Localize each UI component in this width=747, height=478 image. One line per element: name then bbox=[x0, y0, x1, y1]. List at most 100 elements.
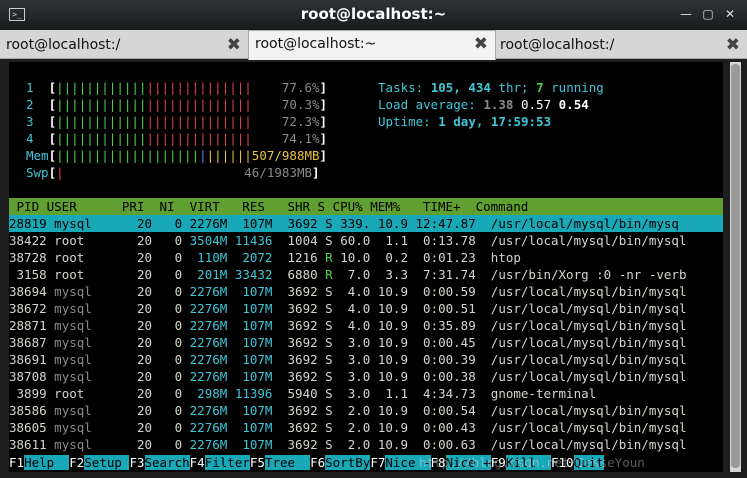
state: S bbox=[325, 284, 333, 299]
watermark: http://blog.csdn.net/JesseYoun bbox=[419, 455, 645, 470]
cpu-meter: 1 [|||||||||||||||||||||||||| 77.6%] bbox=[26, 79, 327, 96]
priority: 20 bbox=[129, 301, 153, 316]
process-row[interactable]: 3158 root 20 0 201M 33432 6880 R 7.0 3.3… bbox=[9, 266, 687, 283]
cpu-time: 4:34.73 bbox=[415, 386, 476, 401]
nice: 0 bbox=[159, 216, 183, 231]
function-key-label[interactable]: Tree bbox=[264, 455, 311, 470]
meter-bracket: [ bbox=[48, 165, 57, 180]
process-row[interactable]: 38422 root 20 0 3504M 11436 1004 S 60.0 … bbox=[9, 232, 686, 249]
command: htop bbox=[490, 250, 521, 265]
command: /usr/local/mysql/bin/mysql bbox=[490, 352, 687, 367]
tab-label: root@localhost:~ bbox=[255, 36, 377, 52]
column-headers: PID USER PRI NI VIRT RES SHR S CPU% MEM%… bbox=[9, 199, 529, 214]
virt: 2276M bbox=[189, 301, 228, 316]
tab-close-icon[interactable]: ✖ bbox=[726, 35, 740, 55]
virt: 2276M bbox=[189, 284, 228, 299]
tab-bar: root@localhost:/ ✖ root@localhost:~ ✖ ro… bbox=[0, 30, 747, 60]
user: mysql bbox=[54, 369, 122, 384]
shr: 3692 bbox=[280, 403, 318, 418]
res: 107M bbox=[234, 369, 273, 384]
threads-label: thr; bbox=[498, 80, 537, 95]
process-row[interactable]: 38605 mysql 20 0 2276M 107M 3692 S 2.0 1… bbox=[9, 419, 686, 436]
function-key-label[interactable]: Search bbox=[144, 455, 190, 470]
process-row[interactable]: 28871 mysql 20 0 2276M 107M 3692 S 4.0 1… bbox=[9, 317, 686, 334]
mem-percent: 0.2 bbox=[377, 250, 408, 265]
state: S bbox=[325, 437, 333, 452]
shr: 3692 bbox=[280, 335, 318, 350]
process-row[interactable]: 3899 root 20 0 298M 11396 5940 S 3.0 1.1… bbox=[9, 385, 597, 402]
tab-label: root@localhost:/ bbox=[500, 37, 615, 53]
priority: 20 bbox=[129, 369, 153, 384]
process-row[interactable]: 28819 mysql 20 0 2276M 107M 3692 S 339. … bbox=[9, 215, 723, 232]
process-row[interactable]: 38728 root 20 0 110M 2072 1216 R 10.0 0.… bbox=[9, 249, 521, 266]
function-key-label[interactable]: SortBy bbox=[325, 455, 371, 470]
cpu-time: 0:00.45 bbox=[415, 335, 476, 350]
meter-bar-used: ||||||||||||||||||| bbox=[56, 148, 200, 163]
mem-percent: 10.9 bbox=[377, 301, 408, 316]
priority: 20 bbox=[129, 403, 153, 418]
meter-bar-system: |||||||||||||| bbox=[146, 97, 252, 112]
mem-percent: 10.9 bbox=[377, 318, 408, 333]
cpu-time: 0:35.89 bbox=[415, 318, 476, 333]
meter-bar-user: |||||||||||| bbox=[56, 131, 147, 146]
user: root bbox=[54, 250, 122, 265]
res: 11396 bbox=[234, 386, 273, 401]
terminal-output[interactable]: 1 [|||||||||||||||||||||||||| 77.6%] 2 [|… bbox=[9, 62, 723, 472]
tab-close-icon[interactable]: ✖ bbox=[474, 34, 488, 54]
process-row[interactable]: 38586 mysql 20 0 2276M 107M 3692 S 2.0 1… bbox=[9, 402, 686, 419]
cpu-meter: 2 [|||||||||||||||||||||||||| 70.3%] bbox=[26, 96, 327, 113]
virt: 2276M bbox=[189, 403, 228, 418]
state: S bbox=[325, 301, 333, 316]
close-icon[interactable]: ✕ bbox=[722, 6, 738, 22]
process-row[interactable]: 38611 mysql 20 0 2276M 107M 3692 S 2.0 1… bbox=[9, 436, 686, 453]
tab-root-home[interactable]: root@localhost:~ ✖ bbox=[248, 30, 496, 60]
res: 33432 bbox=[234, 267, 273, 282]
scrollbar[interactable] bbox=[730, 62, 741, 472]
cpu-time: 0:00.43 bbox=[415, 420, 476, 435]
tab-root-slash-2[interactable]: root@localhost:/ ✖ bbox=[494, 32, 747, 58]
function-key-f4: F4 bbox=[189, 455, 205, 470]
cpu-percent: 3.0 bbox=[340, 335, 371, 350]
pid: 38687 bbox=[9, 335, 47, 350]
function-key-label[interactable]: Filter bbox=[204, 455, 250, 470]
process-row[interactable]: 38708 mysql 20 0 2276M 107M 3692 S 3.0 1… bbox=[9, 368, 686, 385]
process-row[interactable]: 38687 mysql 20 0 2276M 107M 3692 S 3.0 1… bbox=[9, 334, 686, 351]
user: mysql bbox=[54, 437, 122, 452]
tab-label: root@localhost:/ bbox=[6, 37, 121, 53]
priority: 20 bbox=[129, 233, 153, 248]
command: /usr/local/mysql/bin/mysql bbox=[490, 318, 687, 333]
process-row[interactable]: 38672 mysql 20 0 2276M 107M 3692 S 4.0 1… bbox=[9, 300, 686, 317]
tab-close-icon[interactable]: ✖ bbox=[227, 35, 241, 55]
nice: 0 bbox=[159, 369, 183, 384]
nice: 0 bbox=[159, 318, 183, 333]
pid: 3899 bbox=[9, 386, 47, 401]
nice: 0 bbox=[159, 386, 183, 401]
mem-meter: Mem[||||||||||||||||||||||||||507/988MB] bbox=[26, 147, 327, 164]
threads-count: 434 bbox=[468, 80, 499, 95]
shr: 1004 bbox=[280, 233, 318, 248]
cpu-time: 0:00.39 bbox=[415, 352, 476, 367]
maximize-icon[interactable]: ▢ bbox=[700, 6, 716, 22]
function-key-f7: F7 bbox=[370, 455, 386, 470]
virt: 2276M bbox=[189, 335, 228, 350]
function-key-label[interactable]: Setup bbox=[84, 455, 130, 470]
function-key-label[interactable]: Help bbox=[24, 455, 70, 470]
mem-percent: 10.9 bbox=[377, 437, 408, 452]
meter-bar-system: |||||||||||||| bbox=[146, 131, 252, 146]
tab-root-slash-1[interactable]: root@localhost:/ ✖ bbox=[0, 32, 248, 58]
scrollbar-thumb[interactable] bbox=[731, 64, 740, 468]
mem-percent: 3.3 bbox=[377, 267, 408, 282]
process-row[interactable]: 38691 mysql 20 0 2276M 107M 3692 S 3.0 1… bbox=[9, 351, 686, 368]
pid: 38586 bbox=[9, 403, 47, 418]
user: mysql bbox=[54, 403, 122, 418]
shr: 3692 bbox=[280, 437, 318, 452]
swap-label: Swp bbox=[26, 165, 49, 180]
user: mysql bbox=[54, 420, 122, 435]
shr: 3692 bbox=[280, 369, 318, 384]
process-row[interactable]: 38694 mysql 20 0 2276M 107M 3692 S 4.0 1… bbox=[9, 283, 686, 300]
minimize-icon[interactable]: — bbox=[678, 6, 694, 22]
state: S bbox=[325, 233, 333, 248]
priority: 20 bbox=[129, 352, 153, 367]
nice: 0 bbox=[159, 250, 183, 265]
state: S bbox=[325, 369, 333, 384]
